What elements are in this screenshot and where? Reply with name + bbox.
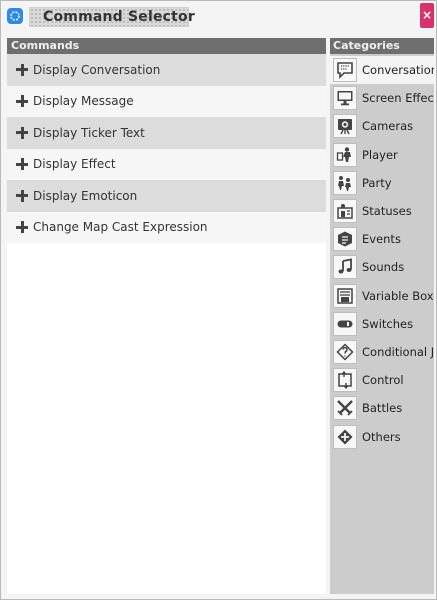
conditional-jump-icon bbox=[333, 339, 357, 364]
category-battles[interactable]: Battles bbox=[330, 394, 434, 422]
category-label: Others bbox=[362, 429, 401, 444]
category-sounds[interactable]: Sounds bbox=[330, 253, 434, 281]
command-label: Display Conversation bbox=[33, 62, 161, 77]
categories-header: Categories bbox=[330, 38, 434, 54]
plus-icon bbox=[16, 126, 28, 139]
plus-icon bbox=[16, 189, 28, 202]
category-label: Conversation bbox=[362, 63, 434, 78]
command-label: Display Message bbox=[33, 94, 134, 109]
plus-icon bbox=[16, 95, 28, 108]
control-icon bbox=[333, 368, 357, 393]
category-label: Events bbox=[362, 232, 401, 247]
category-control[interactable]: Control bbox=[330, 366, 434, 394]
commands-panel: Commands Display Conversation Display Me… bbox=[7, 38, 326, 594]
music-note-icon bbox=[333, 255, 357, 280]
command-item[interactable]: Display Ticker Text bbox=[7, 117, 326, 149]
camera-icon bbox=[333, 114, 357, 139]
category-label: Party bbox=[362, 175, 392, 190]
statuses-icon bbox=[333, 199, 357, 224]
category-cameras[interactable]: Cameras bbox=[330, 112, 434, 140]
player-icon bbox=[333, 142, 357, 167]
category-statuses[interactable]: Statuses bbox=[330, 197, 434, 225]
monitor-icon bbox=[333, 86, 357, 111]
command-selector-window: Command Selector × Commands Display Conv… bbox=[0, 0, 437, 600]
category-label: Screen Effects bbox=[362, 91, 434, 106]
plus-icon bbox=[16, 158, 28, 171]
window-title: Command Selector bbox=[43, 9, 195, 25]
category-label: Conditional Jumps bbox=[362, 344, 434, 359]
command-item[interactable]: Display Emoticon bbox=[7, 180, 326, 212]
category-label: Control bbox=[362, 373, 404, 388]
crossed-swords-icon bbox=[333, 396, 357, 421]
category-player[interactable]: Player bbox=[330, 141, 434, 169]
commands-list: Display Conversation Display Message Dis… bbox=[7, 54, 326, 243]
category-screen-effects[interactable]: Screen Effects bbox=[330, 84, 434, 112]
command-item[interactable]: Display Conversation bbox=[7, 54, 326, 86]
category-variable-boxes[interactable]: Variable Boxes bbox=[330, 282, 434, 310]
category-party[interactable]: Party bbox=[330, 169, 434, 197]
app-icon bbox=[7, 8, 23, 24]
title-bar[interactable]: Command Selector × bbox=[1, 1, 436, 34]
plus-icon bbox=[16, 63, 28, 76]
category-conversation[interactable]: Conversation bbox=[330, 56, 434, 85]
events-icon bbox=[333, 227, 357, 252]
command-label: Display Emoticon bbox=[33, 188, 138, 203]
command-label: Change Map Cast Expression bbox=[33, 220, 208, 235]
category-label: Statuses bbox=[362, 204, 412, 219]
category-others[interactable]: Others bbox=[330, 422, 434, 450]
party-icon bbox=[333, 170, 357, 195]
variable-box-icon bbox=[333, 283, 357, 308]
command-label: Display Effect bbox=[33, 157, 116, 172]
category-label: Sounds bbox=[362, 260, 405, 275]
category-label: Variable Boxes bbox=[362, 288, 434, 303]
commands-header: Commands bbox=[7, 38, 326, 54]
category-label: Player bbox=[362, 147, 398, 162]
speech-bubble-icon bbox=[333, 58, 357, 83]
category-label: Cameras bbox=[362, 119, 414, 134]
category-label: Battles bbox=[362, 401, 403, 416]
plus-icon bbox=[16, 221, 28, 234]
command-label: Display Ticker Text bbox=[33, 125, 145, 140]
categories-list: Conversation Screen Effects Cameras Play… bbox=[330, 54, 434, 451]
close-button[interactable]: × bbox=[420, 3, 434, 28]
command-item[interactable]: Display Effect bbox=[7, 148, 326, 180]
command-item[interactable]: Display Message bbox=[7, 85, 326, 117]
command-item[interactable]: Change Map Cast Expression bbox=[7, 211, 326, 243]
category-events[interactable]: Events bbox=[330, 225, 434, 253]
category-conditional-jumps[interactable]: Conditional Jumps bbox=[330, 338, 434, 366]
toggle-switch-icon bbox=[333, 311, 357, 336]
category-switches[interactable]: Switches bbox=[330, 310, 434, 338]
categories-panel: Categories Conversation Screen Effects C… bbox=[330, 38, 434, 594]
others-icon bbox=[333, 424, 357, 449]
category-label: Switches bbox=[362, 316, 414, 331]
